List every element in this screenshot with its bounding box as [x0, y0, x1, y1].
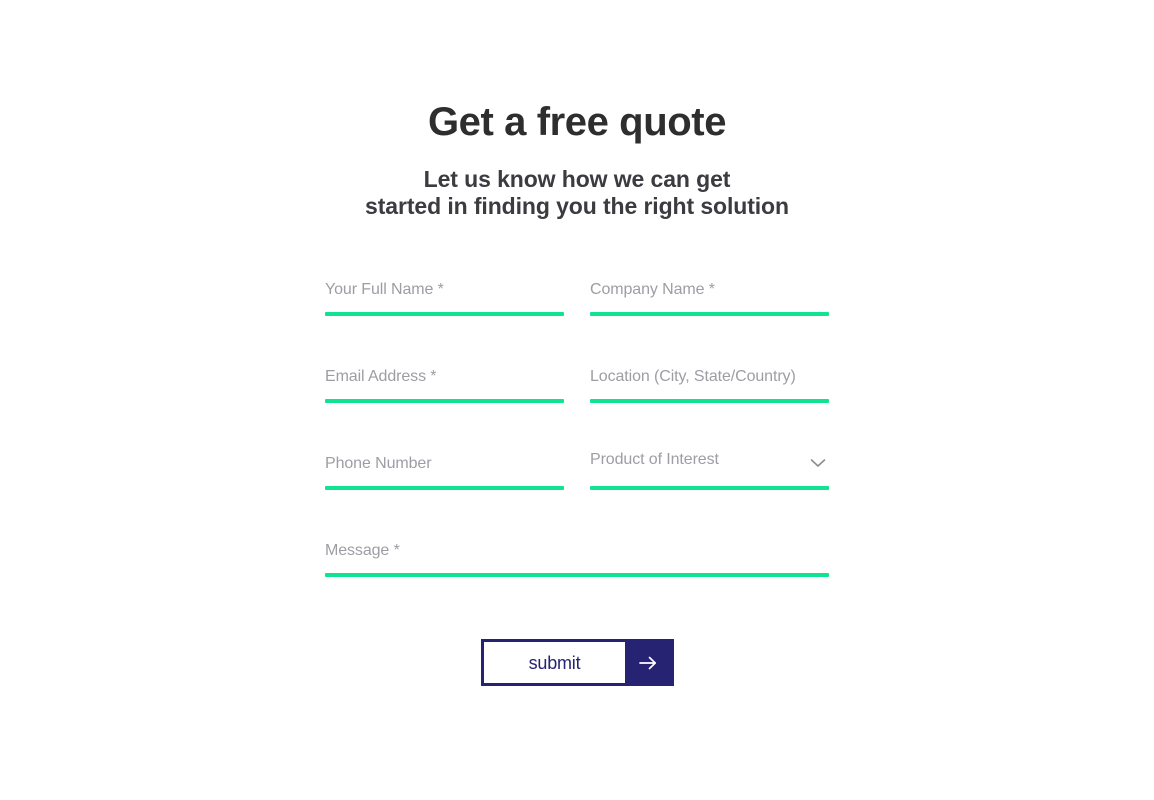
field-location — [590, 363, 829, 403]
submit-arrow-box — [625, 642, 671, 683]
submit-button-container: submit — [481, 639, 674, 686]
company-name-underline — [590, 312, 829, 316]
email-address-input[interactable] — [325, 363, 564, 397]
email-address-underline — [325, 399, 564, 403]
company-name-input[interactable] — [590, 276, 829, 310]
submit-button[interactable]: submit — [481, 639, 674, 686]
location-input[interactable] — [590, 363, 829, 397]
submit-button-label: submit — [528, 652, 581, 673]
submit-label-box: submit — [484, 642, 625, 683]
quote-form-page: Get a free quote Let us know how we can … — [0, 0, 1154, 800]
message-input[interactable] — [325, 537, 829, 571]
product-of-interest-select[interactable]: Product of Interest — [590, 450, 829, 484]
full-name-underline — [325, 312, 564, 316]
field-email-address — [325, 363, 564, 403]
form-row-3: Product of Interest — [325, 450, 829, 490]
field-phone-number — [325, 450, 564, 490]
phone-number-input[interactable] — [325, 450, 564, 484]
page-subtitle-line-1: Let us know how we can get — [423, 166, 731, 192]
field-message — [325, 537, 829, 577]
form-row-1 — [325, 276, 829, 316]
page-header: Get a free quote Let us know how we can … — [0, 96, 1154, 220]
page-subtitle: Let us know how we can get started in fi… — [0, 166, 1154, 220]
page-title: Get a free quote — [427, 100, 727, 144]
page-subtitle-line-2: started in finding you the right solutio… — [365, 193, 789, 219]
message-underline — [325, 573, 829, 577]
field-product-of-interest[interactable]: Product of Interest — [590, 450, 829, 490]
field-full-name — [325, 276, 564, 316]
location-underline — [590, 399, 829, 403]
field-company-name — [590, 276, 829, 316]
product-of-interest-underline — [590, 486, 829, 490]
quote-form: Product of Interest — [325, 276, 829, 624]
form-row-2 — [325, 363, 829, 403]
full-name-input[interactable] — [325, 276, 564, 310]
phone-number-underline — [325, 486, 564, 490]
form-row-4 — [325, 537, 829, 577]
arrow-right-icon — [637, 655, 659, 671]
